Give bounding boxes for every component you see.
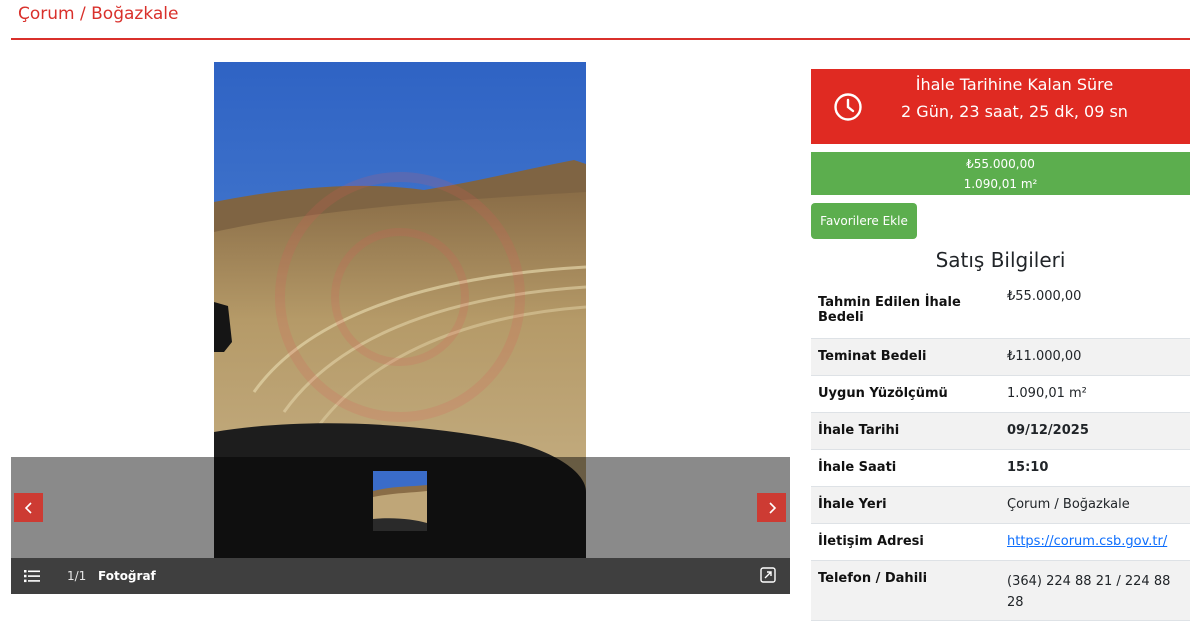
row-label: İhale Yeri	[811, 486, 1000, 524]
expand-icon[interactable]	[760, 567, 776, 583]
row-value: (364) 224 88 21 / 224 88 28	[1000, 560, 1190, 621]
photo-counter: 1/1	[67, 569, 87, 583]
photo-caption: Fotoğraf	[98, 569, 156, 583]
sales-info-title: Satış Bilgileri	[935, 248, 1066, 272]
row-label: İhale Saati	[811, 449, 1000, 487]
chevron-right-icon	[768, 501, 776, 514]
row-label: Teminat Bedeli	[811, 338, 1000, 376]
table-row: Telefon / Dahili (364) 224 88 21 / 224 8…	[811, 560, 1190, 621]
table-row: Teminat Bedeli ₺11.000,00	[811, 338, 1190, 376]
table-row: Tahmin Edilen İhale Bedeli ₺55.000,00	[811, 282, 1190, 339]
sales-info-table: Tahmin Edilen İhale Bedeli ₺55.000,00 Te…	[811, 282, 1190, 621]
price-area: 1.090,01 m²	[963, 177, 1038, 191]
row-value: ₺11.000,00	[1000, 338, 1190, 376]
row-value: 1.090,01 m²	[1000, 375, 1190, 413]
add-to-favorites-button[interactable]: Favorilere Ekle	[811, 203, 917, 239]
table-row: Uygun Yüzölçümü 1.090,01 m²	[811, 375, 1190, 413]
contact-url-link[interactable]: https://corum.csb.gov.tr/	[1007, 534, 1167, 549]
price-amount: ₺55.000,00	[966, 157, 1035, 171]
title-divider	[11, 38, 1190, 40]
row-value: ₺55.000,00	[1000, 282, 1190, 339]
table-row: İletişim Adresi https://corum.csb.gov.tr…	[811, 523, 1190, 561]
table-row: İhale Saati 15:10	[811, 449, 1190, 487]
gallery-toolbar: 1/1 Fotoğraf	[11, 558, 790, 594]
countdown-value: 2 Gün, 23 saat, 25 dk, 09 sn	[901, 102, 1128, 121]
auction-time: 15:10	[1007, 460, 1049, 475]
chevron-left-icon	[24, 501, 32, 514]
auction-countdown: İhale Tarihine Kalan Süre 2 Gün, 23 saat…	[811, 69, 1190, 144]
row-label: Tahmin Edilen İhale Bedeli	[811, 282, 1000, 339]
countdown-label: İhale Tarihine Kalan Süre	[915, 75, 1114, 94]
page-title: Çorum / Boğazkale	[18, 4, 179, 24]
table-row: İhale Tarihi 09/12/2025	[811, 412, 1190, 450]
auction-date: 09/12/2025	[1007, 423, 1089, 438]
price-summary: ₺55.000,00 1.090,01 m²	[811, 152, 1190, 195]
row-label: İhale Tarihi	[811, 412, 1000, 450]
gallery-next-button[interactable]	[757, 493, 786, 522]
thumbnail-strip	[11, 457, 790, 558]
gallery-prev-button[interactable]	[14, 493, 43, 522]
row-value: Çorum / Boğazkale	[1000, 486, 1190, 524]
list-icon[interactable]	[24, 569, 40, 583]
photo-gallery: 1/1 Fotoğraf	[11, 62, 790, 594]
row-label: İletişim Adresi	[811, 523, 1000, 561]
photo-thumbnail[interactable]	[373, 471, 427, 531]
row-label: Telefon / Dahili	[811, 560, 1000, 621]
table-row: İhale Yeri Çorum / Boğazkale	[811, 486, 1190, 524]
row-label: Uygun Yüzölçümü	[811, 375, 1000, 413]
